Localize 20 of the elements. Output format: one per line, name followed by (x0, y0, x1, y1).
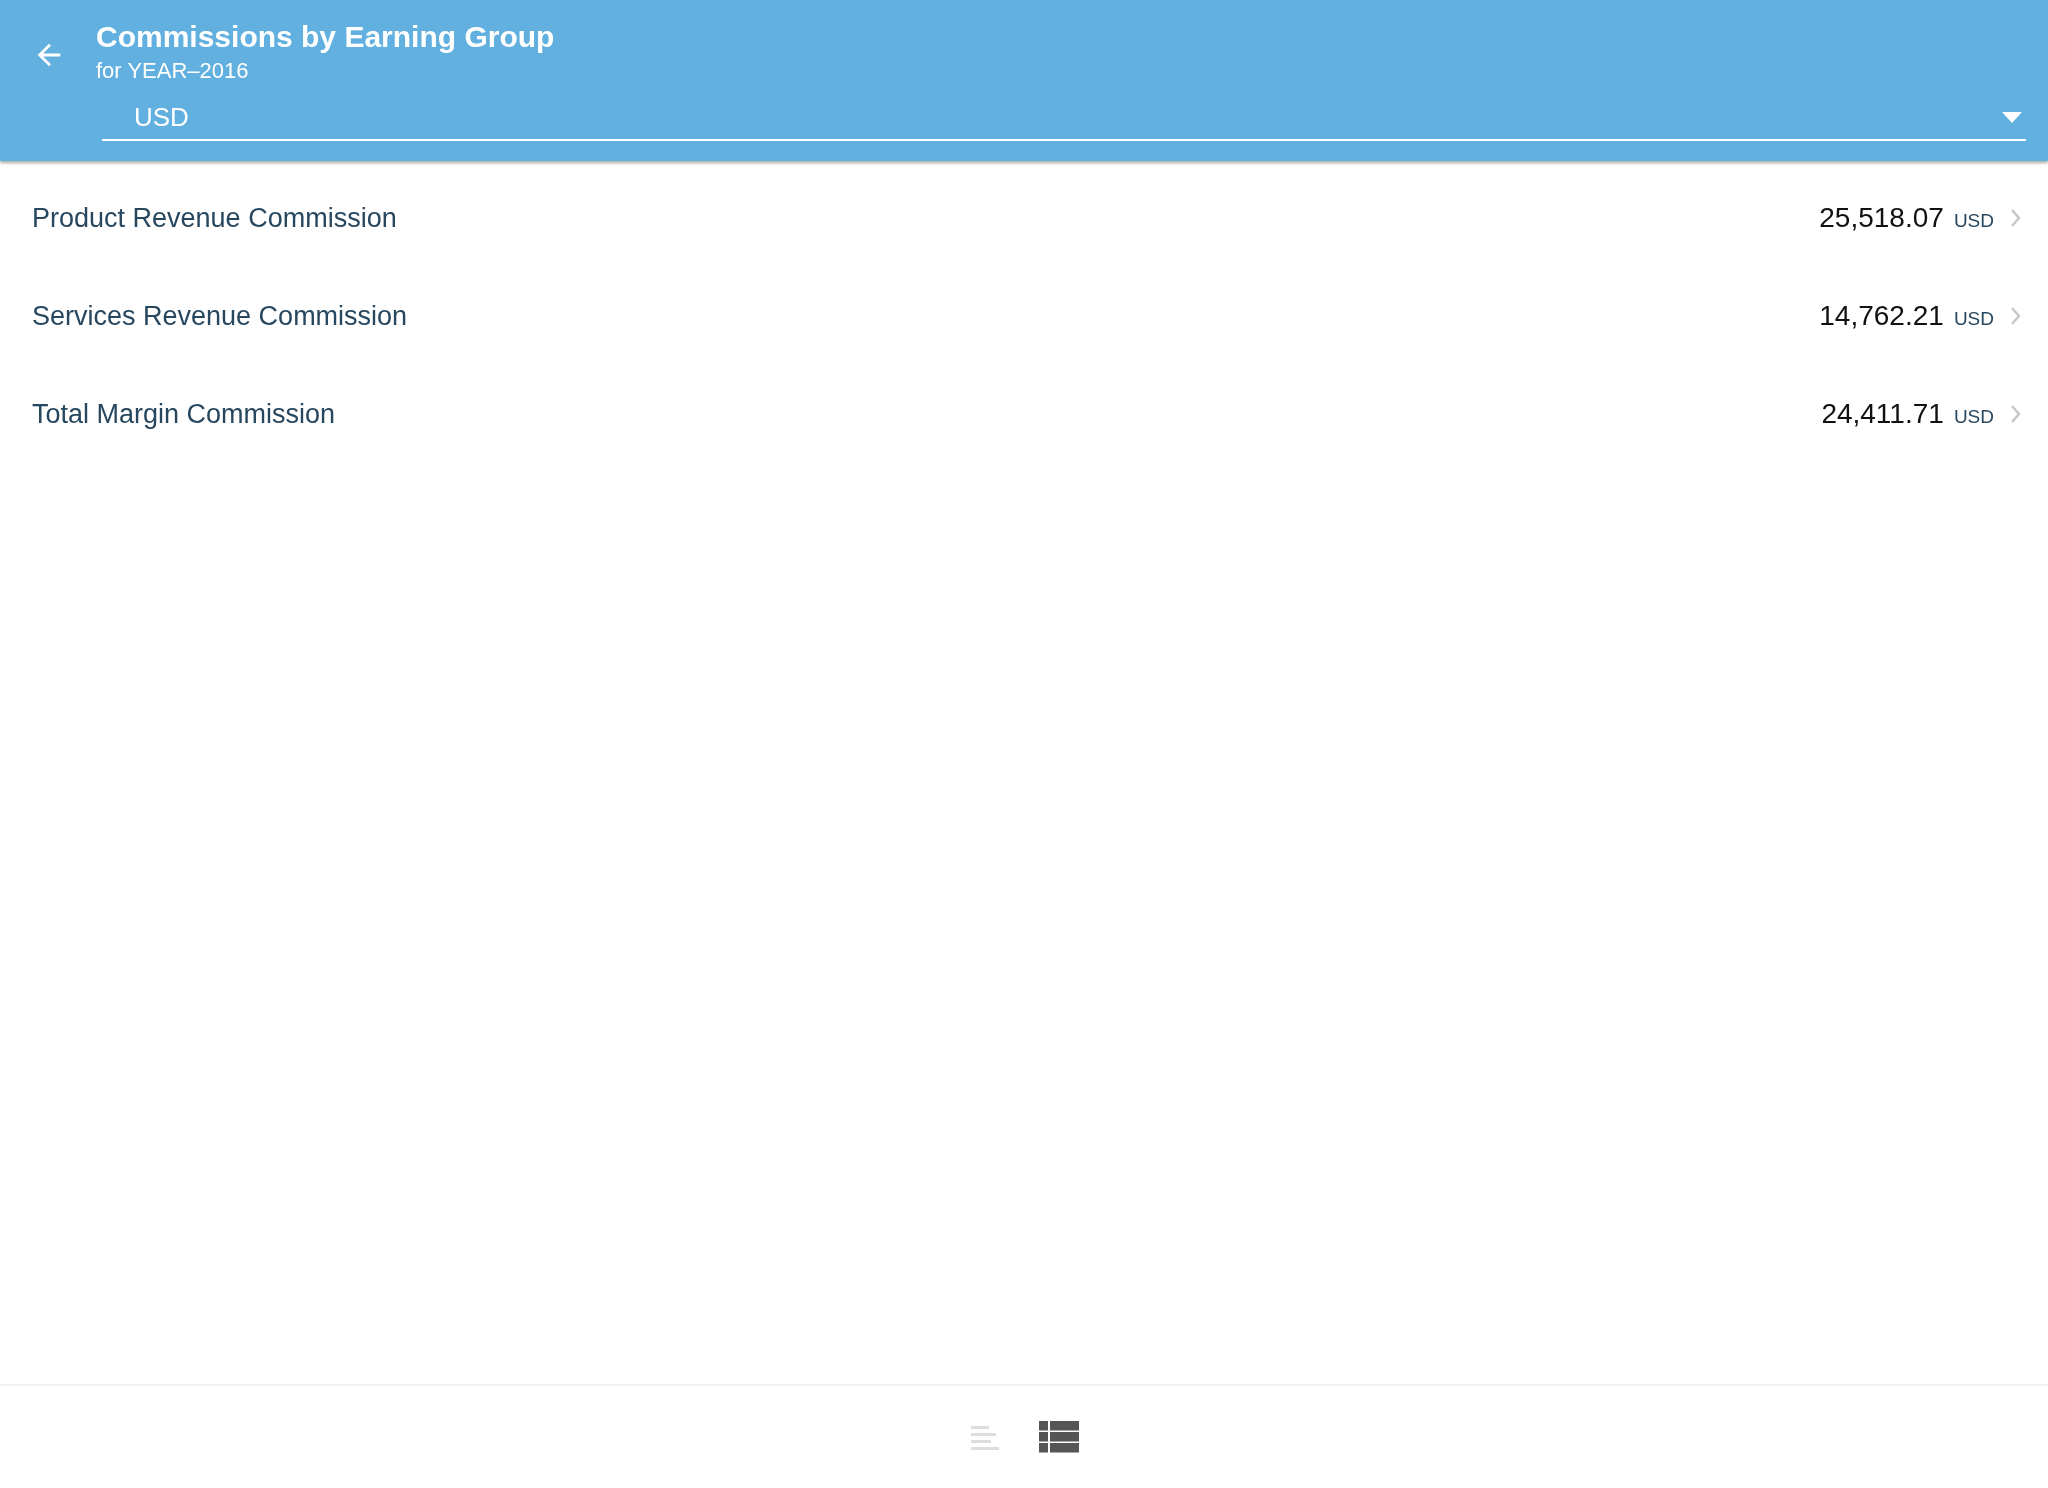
commission-label: Total Margin Commission (32, 398, 336, 430)
commission-label: Product Revenue Commission (32, 202, 397, 234)
chevron-right-icon (2010, 208, 2022, 228)
commission-label: Services Revenue Commission (32, 300, 408, 332)
list-view-icon (1039, 1421, 1079, 1453)
commission-row[interactable]: Services Revenue Commission 14,762.21 USD (0, 267, 2048, 365)
currency-code: USD (1953, 308, 1994, 330)
list-view-button[interactable] (1039, 1421, 1079, 1453)
page-subtitle: for YEAR–2016 (96, 58, 250, 84)
chevron-right-icon (2010, 404, 2022, 424)
commission-amount: 25,518.07 (1819, 202, 1944, 234)
chevron-right-icon (2010, 306, 2022, 326)
currency-code: USD (1953, 406, 1994, 428)
currency-code: USD (1953, 210, 1994, 232)
page-title: Commissions by Earning Group (96, 20, 555, 54)
commission-row[interactable]: Total Margin Commission 24,411.71 USD (0, 365, 2048, 463)
commission-row[interactable]: Product Revenue Commission 25,518.07 USD (0, 169, 2048, 267)
commission-amount: 14,762.21 (1819, 300, 1944, 332)
dropdown-caret-icon (2002, 111, 2022, 124)
commission-amount: 24,411.71 (1821, 398, 1944, 430)
